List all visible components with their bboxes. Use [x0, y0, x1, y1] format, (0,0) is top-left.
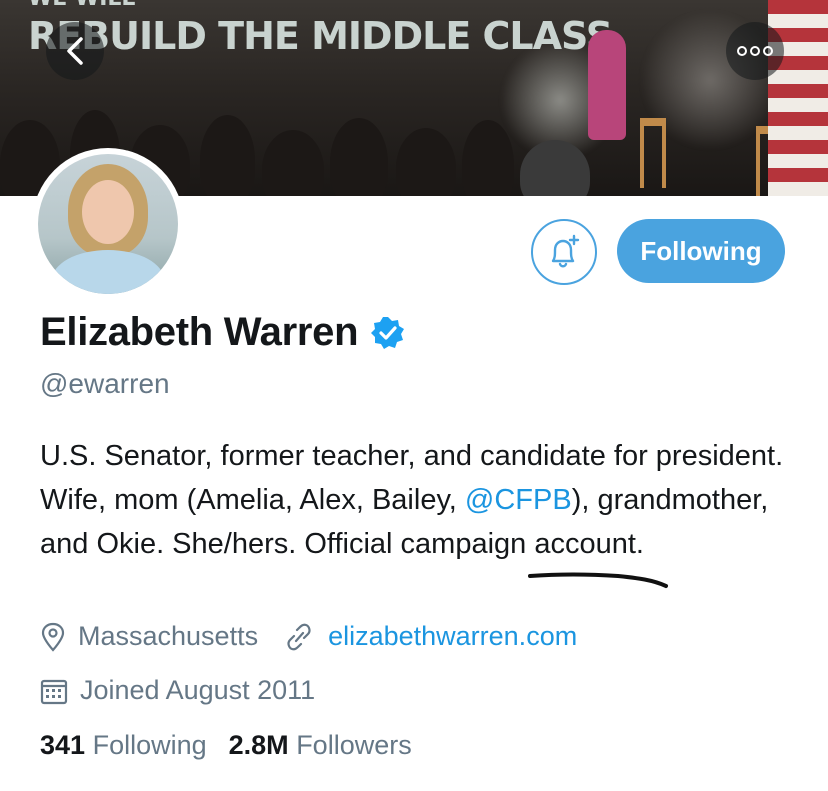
profile-joined-date: Joined August 2011 [80, 675, 316, 705]
stage-speaker [588, 30, 626, 140]
calendar-icon [40, 679, 68, 704]
notifications-button[interactable] [531, 219, 597, 285]
back-button[interactable] [46, 22, 104, 80]
bell-plus-icon [551, 234, 580, 268]
profile-location: Massachusetts [78, 621, 259, 651]
profile-stats: 341 Following 2.8M Followers [40, 730, 412, 761]
banner-top-text: WE WILL [28, 0, 135, 11]
following-button[interactable]: Following [617, 219, 785, 283]
mention-link[interactable]: @CFPB [465, 484, 572, 516]
banner-title: REBUILD THE MIDDLE CLASS [28, 14, 613, 58]
profile-meta-row: Massachusetts elizabethwarren.com [40, 621, 577, 652]
profile-name: Elizabeth Warren [40, 310, 359, 354]
verified-badge-icon [371, 316, 405, 349]
profile-website-link[interactable]: elizabethwarren.com [328, 621, 577, 652]
avatar[interactable] [32, 148, 184, 300]
chevron-left-icon [67, 37, 83, 65]
followers-stat[interactable]: 2.8M Followers [229, 730, 412, 761]
profile-handle: @ewarren [40, 368, 170, 399]
more-options-icon [737, 46, 747, 56]
handwritten-underline [528, 572, 668, 588]
more-options-button[interactable] [726, 22, 784, 80]
stool [640, 118, 666, 188]
flag [768, 0, 828, 196]
location-pin-icon [41, 622, 65, 652]
link-icon [287, 623, 311, 650]
following-stat[interactable]: 341 Following [40, 730, 207, 761]
profile-bio: U.S. Senator, former teacher, and candid… [40, 440, 784, 560]
profile-name-row: Elizabeth Warren [40, 310, 406, 355]
profile-joined-row: Joined August 2011 [40, 675, 315, 706]
